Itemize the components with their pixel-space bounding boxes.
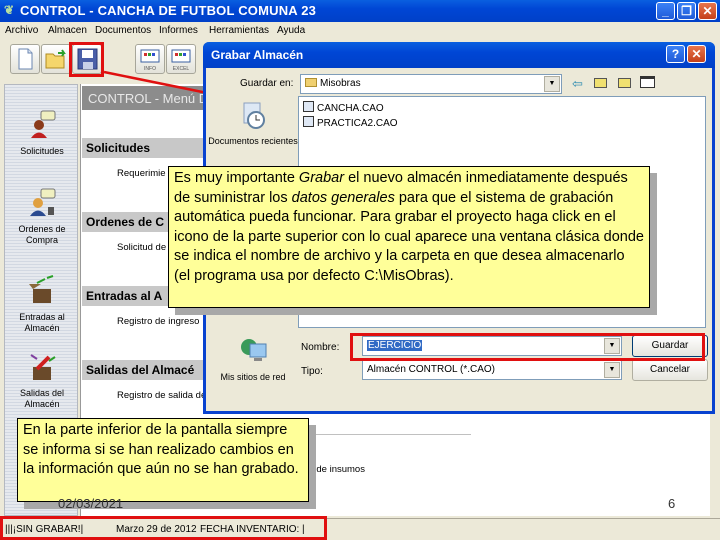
file-icon (303, 116, 314, 127)
page-number: 6 (668, 496, 676, 511)
status-highlight-box (0, 516, 327, 540)
recent-documents-icon (243, 102, 265, 129)
up-folder-icon[interactable] (594, 78, 607, 88)
file-icon (303, 101, 314, 112)
place-documentos-recientes[interactable]: Documentos recientes (208, 100, 298, 147)
save-in-label: Guardar en: (240, 78, 294, 89)
file-item[interactable]: CANCHA.CAO (303, 101, 384, 114)
dialog-close-button[interactable]: ✕ (687, 45, 706, 63)
dialog-titlebar: Grabar Almacén ? ✕ (203, 42, 715, 68)
filename-highlight-box (350, 333, 705, 361)
cancelar-button[interactable]: Cancelar (632, 359, 708, 381)
save-in-dropdown[interactable]: Misobras ▼ (300, 74, 562, 94)
save-in-value: Misobras (320, 78, 361, 89)
name-label: Nombre: (301, 342, 340, 353)
file-item[interactable]: PRACTICA2.CAO (303, 116, 398, 129)
network-places-icon (241, 339, 267, 361)
info-callout-top: Es muy importante Grabar el nuevo almacé… (168, 166, 650, 308)
type-label: Tipo: (301, 366, 323, 377)
filetype-value: Almacén CONTROL (*.CAO) (367, 364, 495, 375)
chevron-down-icon: ▼ (604, 362, 620, 378)
info-callout-bottom: En la parte inferior de la pantalla siem… (17, 418, 309, 502)
help-button[interactable]: ? (666, 45, 685, 63)
folder-icon (305, 78, 317, 87)
chevron-down-icon: ▼ (544, 76, 560, 92)
back-arrow-icon[interactable]: ⇦ (572, 76, 583, 92)
dialog-title: Grabar Almacén (211, 48, 304, 62)
place-label: Documentos recientes (208, 136, 298, 146)
new-folder-icon[interactable] (618, 78, 631, 88)
place-mis-sitios-de-red[interactable]: Mis sitios de red (208, 336, 298, 383)
place-label: Mis sitios de red (220, 372, 286, 382)
filetype-dropdown[interactable]: Almacén CONTROL (*.CAO) ▼ (362, 360, 622, 380)
view-menu-icon[interactable] (640, 76, 655, 88)
slide-date: 02/03/2021 (58, 496, 124, 511)
